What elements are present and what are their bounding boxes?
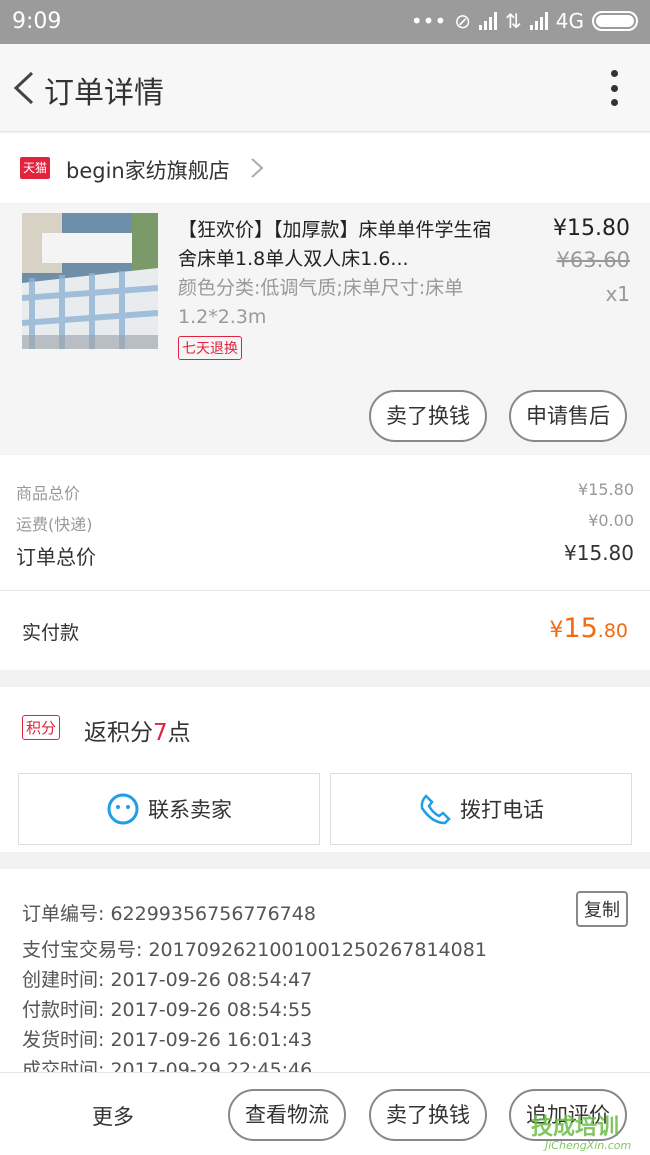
status-time: 9:09 [12, 9, 62, 34]
battery-icon [592, 11, 638, 31]
shop-row[interactable]: 天猫 begin家纺旗舰店 [0, 133, 650, 203]
shop-name: begin家纺旗舰店 [66, 159, 230, 183]
chat-face-icon [107, 793, 139, 825]
order-total-row: 订单总价 ¥15.80 [16, 541, 634, 570]
signal-icon-2 [529, 12, 548, 30]
view-logistics-button[interactable]: 查看物流 [228, 1089, 346, 1141]
data-arrows-icon: ⇅ [505, 9, 522, 33]
bottom-action-bar: 更多 查看物流 卖了换钱 追加评价 技成培训 JiChengXin.com [0, 1072, 650, 1155]
seven-day-return-badge: 七天退换 [178, 336, 242, 360]
contact-seller-button[interactable]: 联系卖家 [18, 773, 320, 845]
sell-button[interactable]: 卖了换钱 [369, 390, 487, 442]
product-thumbnail[interactable] [22, 213, 158, 349]
network-type: 4G [555, 9, 584, 33]
phone-icon [420, 794, 451, 825]
product-sku: 颜色分类:低调气质;床单尺寸:床单1.2*2.3m [178, 277, 464, 328]
points-section: 积分 返积分7点 联系卖家 拨打电话 [0, 687, 650, 852]
order-total-value: ¥15.80 [564, 541, 634, 565]
order-info: 订单编号: 62299356756776748 复制 支付宝交易号: 20170… [0, 869, 650, 1074]
alipay-number: 支付宝交易号: 2017092621001001250267814081 [22, 939, 487, 961]
status-bar: 9:09 ••• ⊘ ⇅ 4G [0, 0, 650, 44]
watermark-main: 技成培训 [531, 1115, 620, 1140]
status-icons: ••• ⊘ ⇅ 4G [411, 9, 638, 33]
order-number: 订单编号: 62299356756776748 [22, 903, 316, 925]
goods-total-label: 商品总价 [16, 484, 81, 503]
goods-total-value: ¥15.80 [578, 480, 634, 499]
shipped-time: 发货时间: 2017-09-26 16:01:43 [22, 1029, 313, 1051]
tmall-icon: 天猫 [20, 157, 50, 179]
signal-icon [479, 12, 497, 30]
more-menu-icon[interactable] [610, 70, 618, 106]
order-item[interactable]: 【狂欢价】【加厚款】床单单件学生宿舍床单1.8单人双人床1.6... 颜色分类:… [0, 204, 650, 454]
nav-bar: 订单详情 [0, 44, 650, 132]
paid-time: 付款时间: 2017-09-26 08:54:55 [22, 999, 313, 1021]
divider [0, 590, 650, 591]
call-label: 拨打电话 [460, 798, 544, 822]
paid-amount: ¥15.80 [549, 613, 628, 644]
created-time: 创建时间: 2017-09-26 08:54:47 [22, 969, 313, 991]
product-name[interactable]: 【狂欢价】【加厚款】床单单件学生宿舍床单1.8单人双人床1.6... [178, 216, 498, 274]
points-badge: 积分 [22, 715, 61, 740]
copy-button[interactable]: 复制 [576, 891, 628, 927]
more-button[interactable]: 更多 [92, 1101, 134, 1131]
watermark-logo: 技成培训 JiChengXin.com [531, 1109, 646, 1153]
price-summary: 商品总价 ¥15.80 运费(快递) ¥0.00 订单总价 ¥15.80 实付款… [0, 455, 650, 670]
vibrate-off-icon: ⊘ [454, 9, 471, 33]
product-price: ¥15.80 [553, 216, 630, 241]
chevron-right-icon [251, 158, 264, 178]
points-text: 返积分7点 [84, 720, 191, 746]
goods-total-row: 商品总价 ¥15.80 [16, 480, 634, 504]
order-total-label: 订单总价 [16, 545, 96, 569]
call-button[interactable]: 拨打电话 [330, 773, 632, 845]
page-title: 订单详情 [44, 76, 164, 111]
contact-seller-label: 联系卖家 [148, 798, 232, 822]
shipping-value: ¥0.00 [588, 511, 634, 530]
shipping-label: 运费(快递) [16, 515, 93, 534]
product-quantity: x1 [605, 282, 630, 306]
sell-button-bottom[interactable]: 卖了换钱 [369, 1089, 487, 1141]
after-sale-button[interactable]: 申请售后 [509, 390, 627, 442]
product-original-price: ¥63.60 [556, 248, 630, 272]
more-dots-icon: ••• [410, 9, 447, 33]
shipping-row: 运费(快递) ¥0.00 [16, 511, 634, 535]
back-icon[interactable] [12, 70, 36, 106]
points-count: 7 [153, 720, 168, 746]
paid-label: 实付款 [22, 622, 80, 644]
watermark-sub: JiChengXin.com [545, 1139, 632, 1152]
